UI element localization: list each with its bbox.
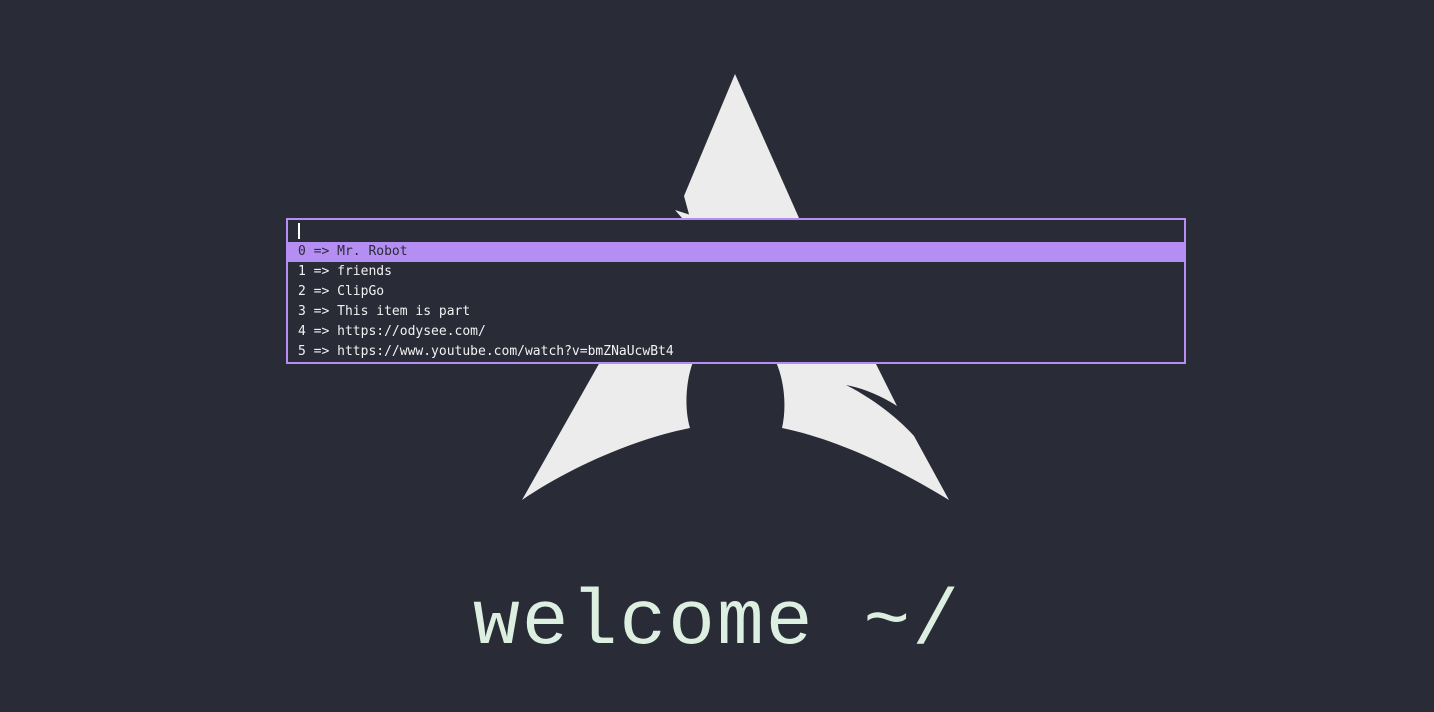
menu-item[interactable]: 5 => https://www.youtube.com/watch?v=bmZ… bbox=[288, 342, 1184, 362]
text-cursor bbox=[298, 223, 300, 239]
menu-item[interactable]: 3 => This item is part bbox=[288, 302, 1184, 322]
menu-item[interactable]: 2 => ClipGo bbox=[288, 282, 1184, 302]
search-input[interactable] bbox=[302, 220, 1162, 242]
menu-list: 0 => Mr. Robot 1 => friends 2 => ClipGo … bbox=[288, 242, 1184, 362]
menu-item-selected[interactable]: 0 => Mr. Robot bbox=[288, 242, 1184, 262]
prompt-bar[interactable] bbox=[288, 220, 1184, 242]
welcome-text: welcome ~/ bbox=[472, 579, 962, 667]
menu-item[interactable]: 4 => https://odysee.com/ bbox=[288, 322, 1184, 342]
menu-item[interactable]: 1 => friends bbox=[288, 262, 1184, 282]
clipboard-menu: 0 => Mr. Robot 1 => friends 2 => ClipGo … bbox=[286, 218, 1186, 364]
